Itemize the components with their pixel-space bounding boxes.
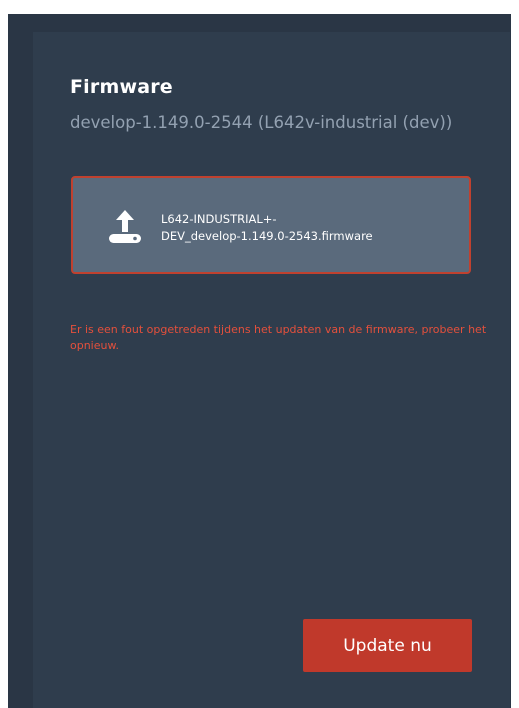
selected-firmware-file: L642-INDUSTRIAL+- DEV_develop-1.149.0-25… (161, 211, 373, 245)
firmware-upload-dropzone[interactable]: L642-INDUSTRIAL+- DEV_develop-1.149.0-25… (71, 176, 471, 274)
file-name-line-2: DEV_develop-1.149.0-2543.firmware (161, 229, 373, 243)
current-firmware-version: develop-1.149.0-2544 (L642v-industrial (… (70, 113, 453, 132)
update-now-button[interactable]: Update nu (303, 619, 472, 672)
page-title: Firmware (70, 76, 173, 98)
firmware-panel (33, 32, 510, 708)
error-message: Er is een fout opgetreden tijdens het up… (70, 323, 487, 352)
file-name-line-1: L642-INDUSTRIAL+- (161, 212, 277, 226)
upload-icon (109, 210, 141, 243)
